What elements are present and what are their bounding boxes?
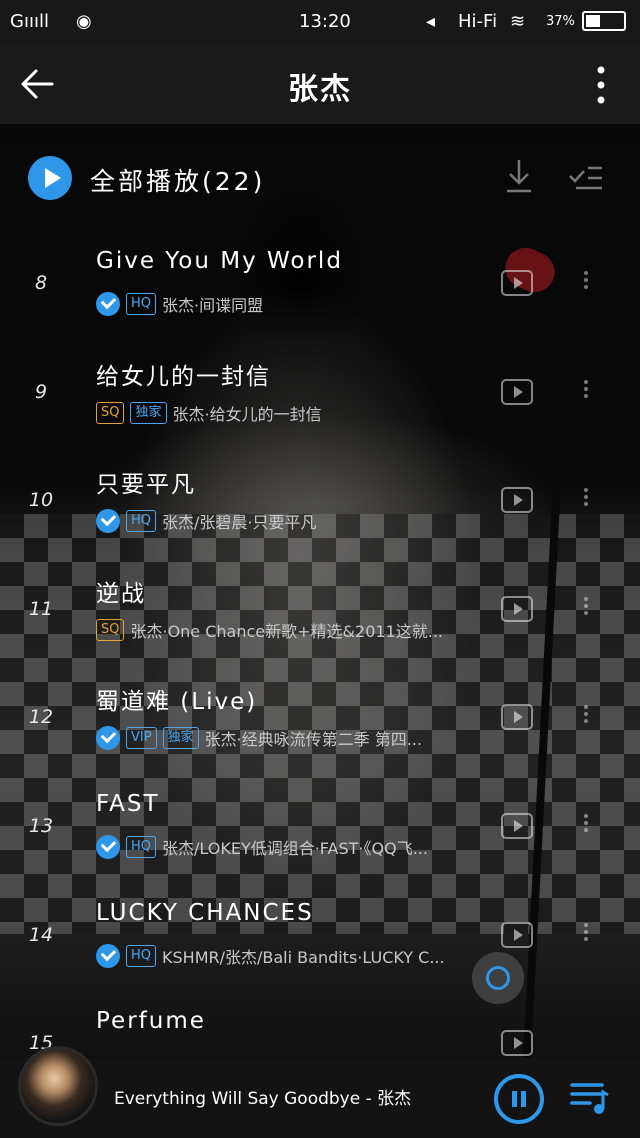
quality-badge: HQ — [126, 944, 157, 967]
song-more-icon[interactable] — [583, 377, 589, 407]
mv-icon[interactable] — [501, 1030, 533, 1057]
locate-current-song-button[interactable] — [472, 952, 524, 1004]
song-row[interactable]: 8 Give You My World HQ 张杰·间谍同盟 — [0, 232, 640, 341]
status-bar: Gıııll ◉ 13:20 ◂ Hi-Fi ≋ 37% — [0, 0, 640, 44]
mv-icon[interactable] — [501, 487, 533, 514]
mute-icon: ◂ — [426, 11, 436, 32]
quality-badge: HQ — [126, 293, 157, 315]
now-playing-title[interactable]: Everything Will Say Goodbye - 张杰 — [114, 1084, 411, 1109]
song-number: 13 — [28, 814, 54, 837]
clock: 13:20 — [299, 11, 351, 32]
mv-icon[interactable] — [501, 921, 533, 948]
hifi-label: Hi-Fi — [458, 11, 498, 32]
wifi-icon: ≋ — [510, 11, 526, 32]
top-app-bar: 张杰 — [0, 44, 640, 124]
song-meta: SQ 张杰·One Chance新歌+精选&2011这就... — [96, 617, 506, 643]
multi-select-icon[interactable] — [568, 164, 604, 192]
signal-indicator: Gıııll — [10, 11, 49, 32]
playlist-queue-icon[interactable] — [570, 1080, 610, 1116]
song-number: 12 — [28, 706, 54, 729]
song-row[interactable]: 9 给女儿的一封信 SQ 独家 张杰·给女儿的一封信 — [0, 341, 640, 450]
album-cover[interactable] — [18, 1046, 98, 1126]
song-row[interactable]: 10 只要平凡 HQ 张杰/张碧晨·只要平凡 — [0, 449, 640, 558]
song-title[interactable]: 只要平凡 — [96, 465, 196, 499]
song-title[interactable]: 蜀道难 (Live) — [96, 682, 257, 716]
downloaded-check-icon — [96, 509, 120, 534]
song-more-icon[interactable] — [583, 485, 589, 515]
song-title[interactable]: LUCKY CHANCES — [96, 900, 314, 926]
quality-badge: HQ — [126, 835, 157, 858]
song-more-icon[interactable] — [583, 920, 589, 950]
song-artist-album: KSHMR/张杰/Bali Bandits·LUCKY C... — [162, 947, 445, 967]
exclusive-badge: 独家 — [162, 727, 199, 750]
song-number: 9 — [34, 380, 48, 403]
song-number: 8 — [34, 272, 48, 294]
song-row[interactable]: 13 FAST HQ 张杰/LOKEY低调组合·FAST·《QQ飞... — [0, 775, 640, 884]
song-artist-album: 张杰/LOKEY低调组合·FAST·《QQ飞... — [162, 838, 428, 858]
mini-player[interactable]: Everything Will Say Goodbye - 张杰 — [0, 1046, 640, 1138]
song-list: 8 Give You My World HQ 张杰·间谍同盟 9 给女儿的一封信… — [0, 232, 640, 1101]
battery-percent: 37% — [546, 14, 575, 29]
song-number: 14 — [28, 923, 54, 946]
downloaded-check-icon — [96, 834, 120, 859]
song-artist-album: 张杰·给女儿的一封信 — [172, 404, 322, 424]
battery-icon — [582, 11, 626, 31]
pause-button[interactable] — [494, 1074, 544, 1124]
mv-icon[interactable] — [501, 595, 533, 622]
song-meta: HQ KSHMR/张杰/Bali Bandits·LUCKY C... — [96, 943, 506, 969]
exclusive-badge: 独家 — [130, 401, 167, 424]
play-all-label[interactable]: 全部播放(22) — [90, 162, 265, 198]
mv-icon[interactable] — [501, 270, 533, 296]
mv-icon[interactable] — [501, 812, 533, 839]
song-row[interactable]: 14 LUCKY CHANCES HQ KSHMR/张杰/Bali Bandit… — [0, 884, 640, 993]
mv-icon[interactable] — [501, 378, 533, 405]
quality-badge: SQ — [96, 618, 125, 641]
more-options-icon[interactable] — [596, 66, 606, 104]
song-meta: SQ 独家 张杰·给女儿的一封信 — [96, 400, 506, 426]
downloaded-check-icon — [96, 292, 120, 316]
song-title[interactable]: FAST — [96, 791, 160, 817]
song-title[interactable]: Perfume — [96, 1008, 206, 1034]
song-more-icon[interactable] — [583, 594, 589, 624]
vip-badge: VIP — [126, 727, 157, 750]
song-title[interactable]: 逆战 — [96, 574, 146, 608]
song-title[interactable]: 给女儿的一封信 — [96, 357, 271, 391]
song-more-icon[interactable] — [583, 702, 589, 732]
quality-badge: SQ — [96, 401, 125, 424]
song-meta: VIP 独家 张杰·经典咏流传第二季 第四... — [96, 725, 506, 751]
song-row[interactable]: 11 逆战 SQ 张杰·One Chance新歌+精选&2011这就... — [0, 558, 640, 667]
song-more-icon[interactable] — [583, 268, 589, 298]
song-title[interactable]: Give You My World — [96, 248, 343, 274]
downloaded-check-icon — [96, 726, 120, 751]
song-meta: HQ 张杰·间谍同盟 — [96, 291, 506, 317]
song-artist-album: 张杰·间谍同盟 — [162, 296, 264, 315]
back-arrow-icon[interactable] — [18, 64, 58, 104]
song-row[interactable]: 12 蜀道难 (Live) VIP 独家 张杰·经典咏流传第二季 第四... — [0, 666, 640, 775]
song-meta: HQ 张杰/LOKEY低调组合·FAST·《QQ飞... — [96, 834, 506, 860]
page-title: 张杰 — [288, 72, 352, 107]
song-meta: HQ 张杰/张碧晨·只要平凡 — [96, 508, 506, 534]
song-artist-album: 张杰·One Chance新歌+精选&2011这就... — [130, 621, 443, 641]
song-number: 11 — [28, 597, 54, 620]
song-more-icon[interactable] — [583, 811, 589, 841]
downloaded-check-icon — [96, 943, 120, 968]
song-artist-album: 张杰·经典咏流传第二季 第四... — [204, 730, 423, 750]
globe-icon: ◉ — [76, 11, 92, 32]
song-artist-album: 张杰/张碧晨·只要平凡 — [162, 513, 317, 533]
song-number: 10 — [28, 489, 54, 512]
mv-icon[interactable] — [501, 704, 533, 731]
play-all-row[interactable]: 全部播放(22) — [0, 150, 640, 206]
play-all-icon[interactable] — [28, 156, 72, 200]
quality-badge: HQ — [126, 510, 157, 533]
download-icon[interactable] — [504, 158, 534, 194]
